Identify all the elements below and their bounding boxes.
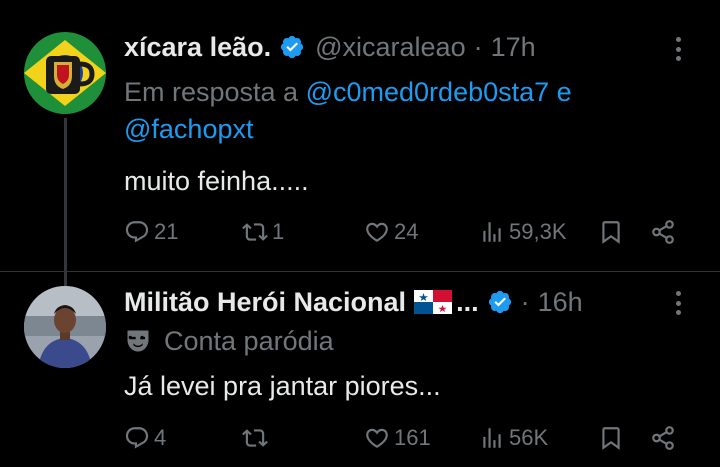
tweet[interactable]: xícara leão. @xicaraleao · 17h Em respos… <box>0 0 720 286</box>
thread-line <box>64 118 67 286</box>
share-button[interactable] <box>650 420 676 456</box>
share-icon <box>652 220 674 244</box>
repost-button[interactable]: 1 <box>242 214 284 250</box>
tweet-text: Já levei pra jantar piores... <box>124 371 441 401</box>
avatar[interactable] <box>24 286 106 368</box>
action-bar: 4 161 56K <box>124 420 684 456</box>
views-count: 59,3K <box>509 219 567 244</box>
mention-link[interactable]: @fachopxt <box>124 114 253 144</box>
verified-badge-icon <box>281 35 304 59</box>
user-handle[interactable]: @xicaraleao <box>315 30 465 64</box>
parody-text: Conta paródia <box>164 326 334 356</box>
reply-icon <box>125 427 149 449</box>
views-count: 56K <box>509 425 549 450</box>
reply-icon <box>125 221 149 243</box>
reply-button[interactable]: 21 <box>124 214 178 250</box>
reply-prefix: Em resposta a <box>124 77 299 107</box>
tweet[interactable]: Militão Herói Nacional ... · 16h Conta p… <box>0 272 720 467</box>
panama-flag-icon <box>414 290 453 314</box>
repost-icon <box>242 429 268 447</box>
timestamp[interactable]: 17h <box>491 30 536 64</box>
share-icon <box>652 426 674 450</box>
tweet-header: xícara leão. @xicaraleao · 17h <box>124 30 536 64</box>
repost-count: 1 <box>272 219 285 244</box>
like-icon <box>366 428 388 448</box>
display-name[interactable]: xícara leão. <box>124 30 271 64</box>
reply-button[interactable]: 4 <box>124 420 166 456</box>
more-options-icon[interactable] <box>668 34 688 64</box>
like-count: 24 <box>394 219 419 244</box>
separator: · <box>520 287 530 317</box>
action-bar: 21 1 24 59,3K <box>124 214 684 250</box>
bookmark-icon <box>602 427 620 450</box>
name-truncation: ... <box>456 287 479 317</box>
tweet-text: muito feinha..... <box>124 166 309 196</box>
avatar[interactable] <box>24 32 106 114</box>
views-icon <box>483 428 501 448</box>
repost-icon <box>242 223 268 241</box>
parody-label: Conta paródia <box>124 324 334 358</box>
views-button[interactable]: 59,3K <box>479 214 567 250</box>
views-button[interactable]: 56K <box>479 420 548 456</box>
like-button[interactable]: 24 <box>364 214 418 250</box>
display-name[interactable]: Militão Herói Nacional <box>124 285 406 319</box>
parody-mask-icon <box>127 330 149 352</box>
reply-joiner: e <box>556 77 572 107</box>
views-icon <box>483 222 501 242</box>
timestamp[interactable]: 16h <box>538 285 583 319</box>
bookmark-button[interactable] <box>598 214 624 250</box>
reply-count: 21 <box>154 219 179 244</box>
tweet-header: Militão Herói Nacional ... · 16h <box>124 285 583 319</box>
like-button[interactable]: 161 <box>364 420 431 456</box>
like-count: 161 <box>394 425 431 450</box>
separator: · <box>473 32 483 62</box>
bookmark-button[interactable] <box>598 420 624 456</box>
repost-button[interactable] <box>242 420 272 456</box>
mention-link[interactable]: @c0med0rdeb0sta7 <box>306 77 550 107</box>
reply-count: 4 <box>154 425 167 450</box>
share-button[interactable] <box>650 214 676 250</box>
like-icon <box>366 222 388 242</box>
more-options-icon[interactable] <box>668 288 688 318</box>
verified-badge-icon <box>488 290 511 314</box>
bookmark-icon <box>602 221 620 244</box>
reply-context: Em resposta a @c0med0rdeb0sta7 e @fachop… <box>124 74 684 148</box>
